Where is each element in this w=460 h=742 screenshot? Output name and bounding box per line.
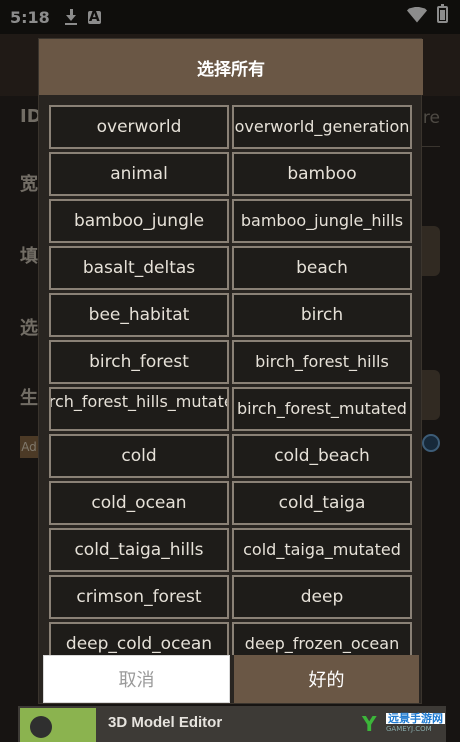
- biome-list[interactable]: overworld overworld_generation animal ba…: [49, 105, 413, 655]
- biome-option[interactable]: crimson_forest: [49, 575, 229, 619]
- wrench-icon: [30, 716, 52, 738]
- biome-option[interactable]: deep_cold_ocean: [49, 622, 229, 655]
- ad-banner[interactable]: 3D Model Editor Y 远景手游网 GAMEYJ.COM: [18, 706, 446, 742]
- biome-option[interactable]: cold_taiga: [232, 481, 412, 525]
- biome-option[interactable]: bee_habitat: [49, 293, 229, 337]
- biome-option[interactable]: birch_forest_hills: [232, 340, 412, 384]
- watermark: Y 远景手游网 GAMEYJ.COM: [362, 706, 446, 742]
- biome-option[interactable]: bamboo: [232, 152, 412, 196]
- biome-option[interactable]: cold_taiga_mutated: [232, 528, 412, 572]
- biome-option[interactable]: birch_forest_mutated: [232, 387, 412, 431]
- biome-option[interactable]: bamboo_jungle_hills: [232, 199, 412, 243]
- biome-option[interactable]: animal: [49, 152, 229, 196]
- ok-button[interactable]: 好的: [234, 655, 419, 703]
- biome-option[interactable]: cold_beach: [232, 434, 412, 478]
- select-all-dialog: 选择所有 overworld overworld_generation anim…: [38, 38, 423, 704]
- biome-grid: overworld overworld_generation animal ba…: [49, 105, 413, 655]
- biome-option[interactable]: deep: [232, 575, 412, 619]
- cancel-button[interactable]: 取消: [43, 655, 230, 703]
- biome-option[interactable]: overworld_generation: [232, 105, 412, 149]
- watermark-main: 远景手游网: [386, 712, 445, 725]
- biome-option[interactable]: beach: [232, 246, 412, 290]
- biome-option[interactable]: cold_ocean: [49, 481, 229, 525]
- biome-option[interactable]: overworld: [49, 105, 229, 149]
- biome-option[interactable]: cold: [49, 434, 229, 478]
- biome-option[interactable]: birch_forest_hills_mutated: [49, 387, 229, 431]
- biome-option[interactable]: deep_frozen_ocean: [232, 622, 412, 655]
- ad-title: 3D Model Editor: [108, 714, 223, 731]
- biome-option[interactable]: birch: [232, 293, 412, 337]
- ad-app-icon: [20, 708, 96, 742]
- watermark-sub: GAMEYJ.COM: [386, 725, 432, 733]
- dialog-actions: 取消 好的: [43, 655, 419, 703]
- watermark-logo-icon: Y: [362, 712, 377, 736]
- biome-option[interactable]: birch_forest: [49, 340, 229, 384]
- biome-option[interactable]: basalt_deltas: [49, 246, 229, 290]
- biome-option[interactable]: bamboo_jungle: [49, 199, 229, 243]
- dialog-title: 选择所有: [39, 39, 423, 95]
- biome-option[interactable]: cold_taiga_hills: [49, 528, 229, 572]
